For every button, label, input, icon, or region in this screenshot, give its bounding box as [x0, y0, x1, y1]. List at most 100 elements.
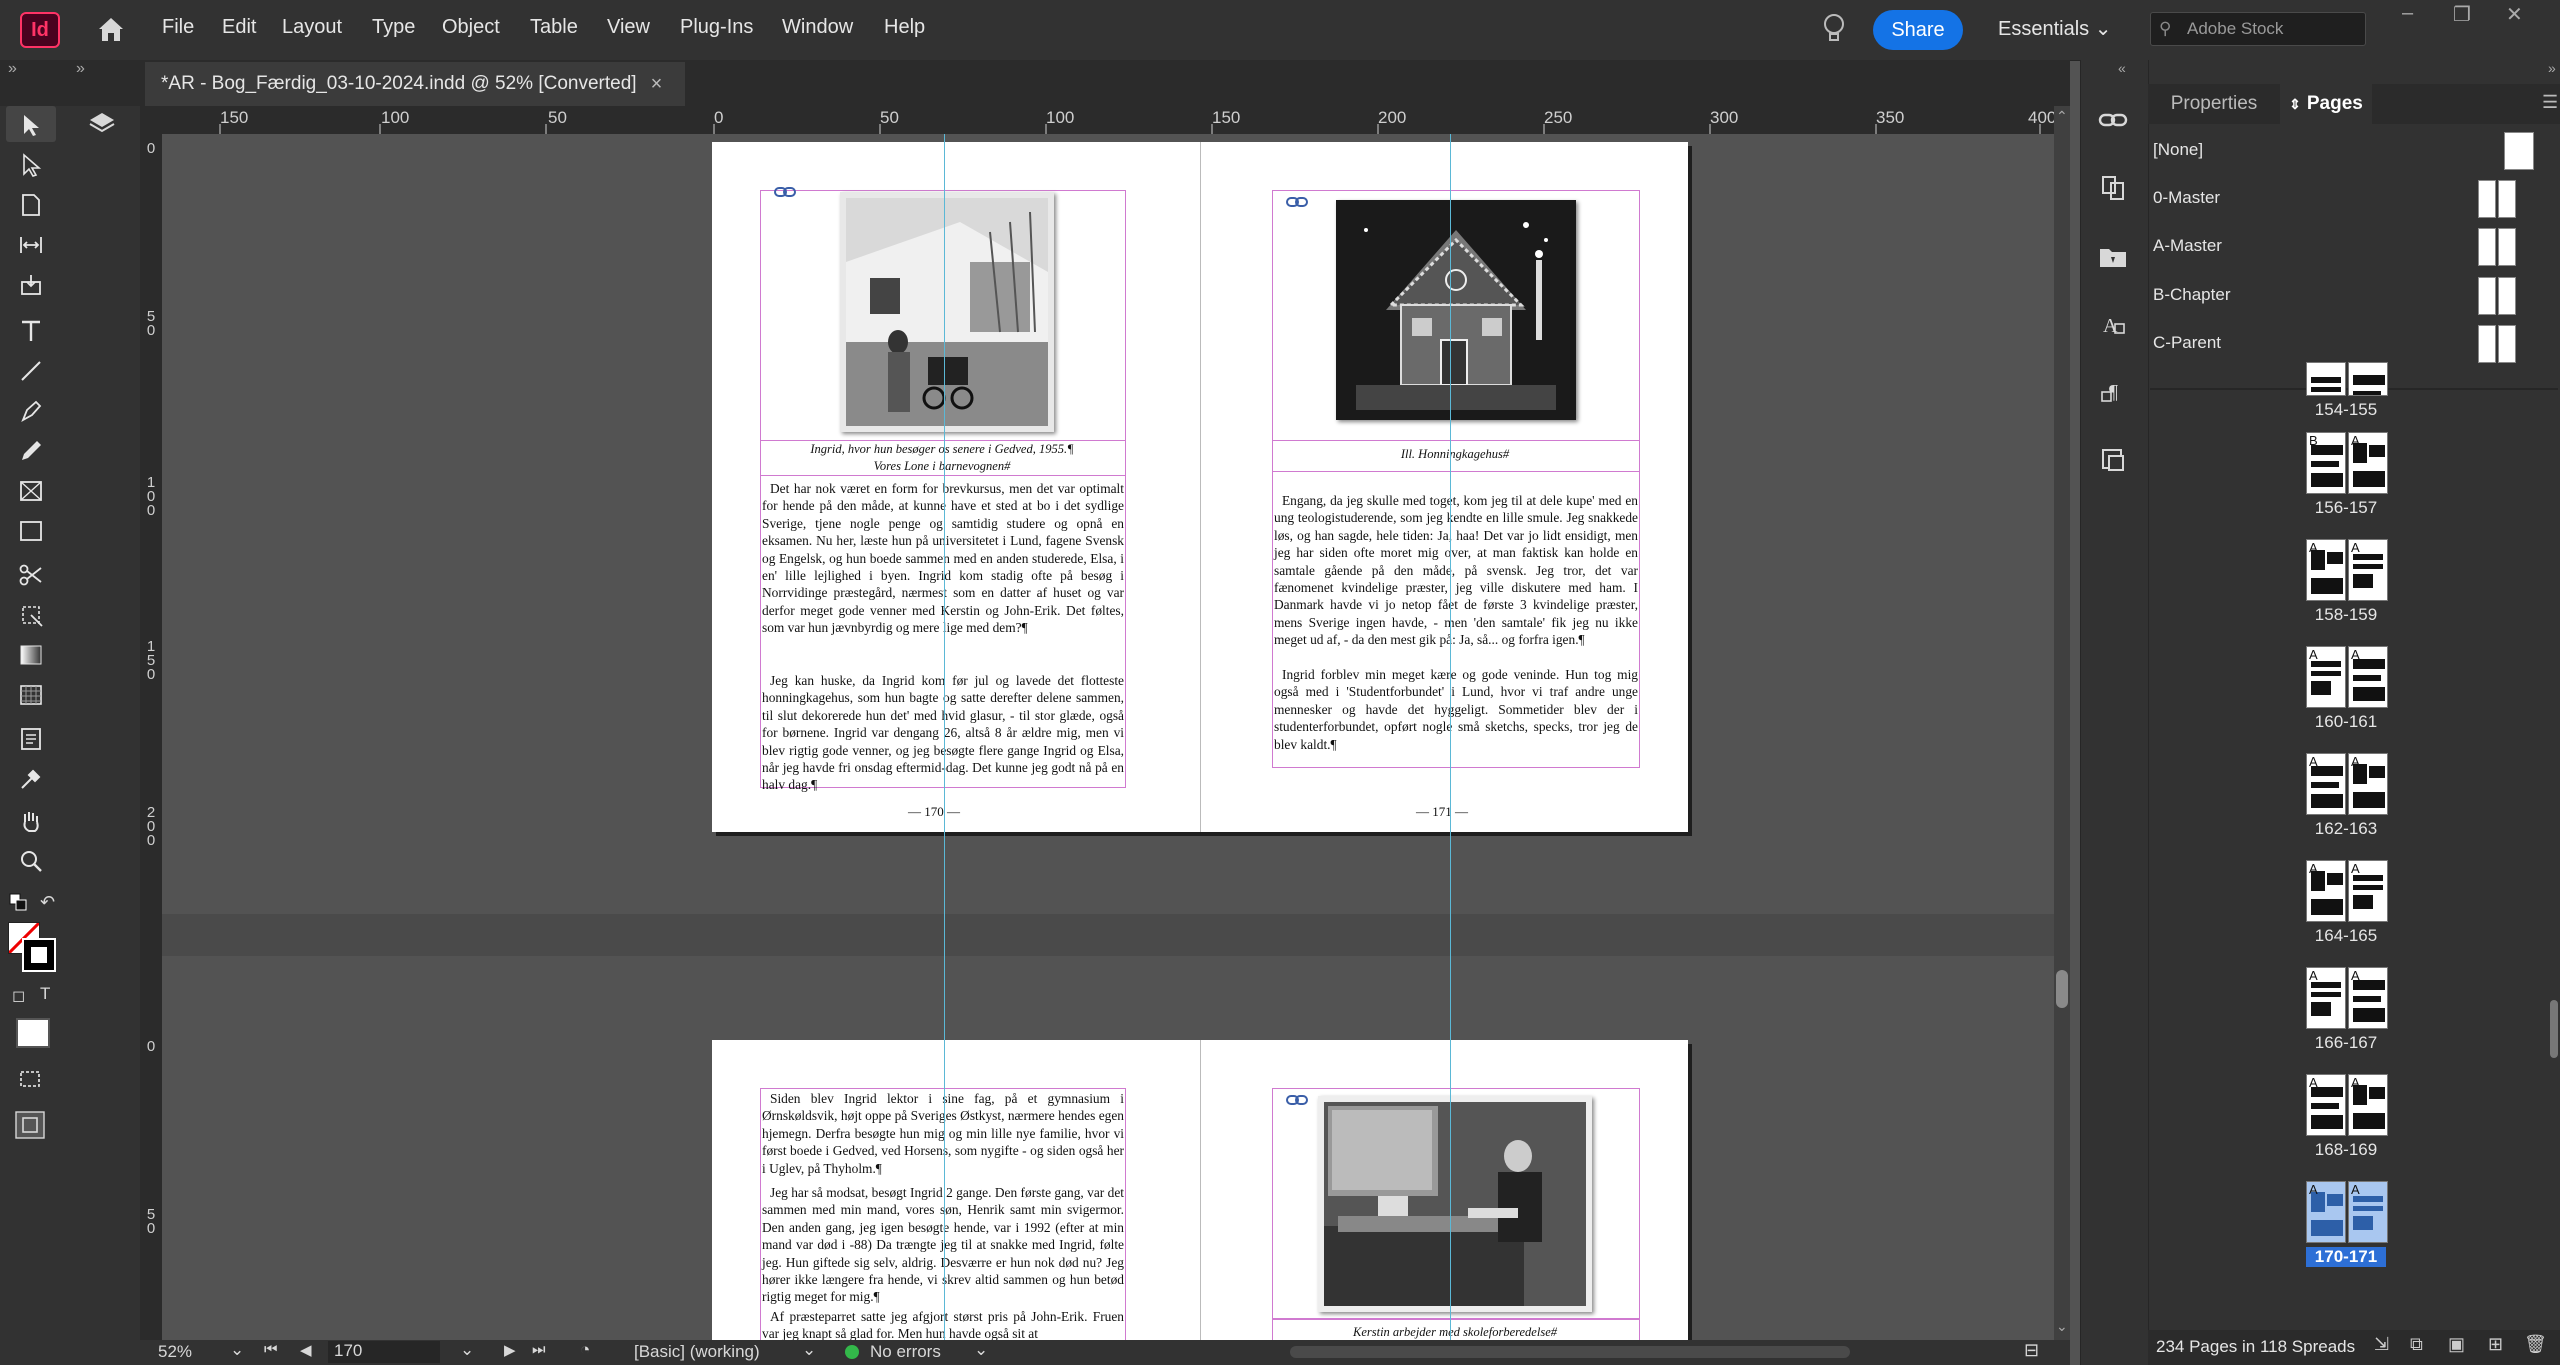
caption[interactable]: Ingrid, hvor hun besøger os senere i Ged… [762, 441, 1122, 475]
panel-menu-collapse-icon[interactable]: » [2548, 60, 2556, 76]
spread-label[interactable]: 154-155 [2306, 400, 2386, 420]
master-thumbnail[interactable] [2498, 325, 2516, 363]
spread-thumb-page[interactable]: A [2348, 753, 2388, 815]
gradient-swatch-tool-icon[interactable] [18, 642, 44, 668]
spread-thumb-page[interactable]: A [2348, 967, 2388, 1029]
swap-colors-icon[interactable]: ↶ [40, 892, 55, 913]
note-tool-icon[interactable] [18, 726, 44, 752]
body-paragraph[interactable]: Af præsteparret satte jeg afgjort størst… [762, 1308, 1124, 1340]
gradient-feather-tool-icon[interactable] [18, 682, 44, 708]
formatting-container-icon[interactable]: ◻ [12, 986, 25, 1006]
menu-file[interactable]: File [162, 16, 194, 39]
body-paragraph[interactable]: Engang, da jeg skulle med toget, kom jeg… [1274, 492, 1638, 649]
cc-libraries-icon[interactable] [2097, 242, 2129, 270]
spread-thumb-page[interactable] [2306, 362, 2346, 396]
home-icon[interactable] [96, 14, 126, 44]
menu-edit[interactable]: Edit [222, 16, 256, 39]
spread-thumb-page[interactable]: A [2306, 1181, 2346, 1243]
pages-panel-icon[interactable] [2097, 174, 2129, 202]
paragraph-styles-icon[interactable]: ¶ [2097, 378, 2129, 406]
pen-tool-icon[interactable] [18, 398, 44, 424]
master-none[interactable]: [None] [2153, 140, 2203, 160]
spread-thumb-page[interactable]: A [2306, 539, 2346, 601]
body-paragraph[interactable]: Jeg har så modsat, besøgt Ingrid 2 gange… [762, 1184, 1124, 1306]
preflight-errors[interactable]: No errors [870, 1342, 941, 1362]
screen-mode-icon[interactable] [16, 1068, 44, 1090]
last-page-icon[interactable]: ⏭ [532, 1341, 546, 1358]
close-window-icon[interactable]: ✕ [2506, 2, 2523, 27]
first-page-icon[interactable]: ⏮ [264, 1341, 278, 1358]
default-colors-icon[interactable] [8, 892, 30, 912]
page-173[interactable]: Kerstin arbejder med skoleforberedelse# [1200, 1040, 1688, 1340]
split-view-icon[interactable]: ⊟ [2024, 1340, 2039, 1361]
stroke-swatch[interactable] [22, 938, 56, 972]
spread-thumb-page[interactable]: A [2348, 432, 2388, 494]
scroll-down-icon[interactable]: ⌄ [2056, 1318, 2068, 1335]
link-icon[interactable] [774, 186, 796, 198]
spread-thumb-page[interactable]: A [2306, 753, 2346, 815]
master-thumbnail[interactable] [2478, 228, 2496, 266]
character-styles-icon[interactable]: A [2097, 310, 2129, 338]
new-master-icon[interactable]: ▣ [2448, 1334, 2465, 1355]
edit-page-size-icon[interactable]: ⧉ [2410, 1334, 2423, 1355]
horizontal-scrollbar[interactable] [1290, 1346, 1850, 1358]
caption[interactable]: Kerstin arbejder med skoleforberedelse# [1274, 1324, 1636, 1340]
column-guide[interactable] [944, 134, 945, 1340]
spread-thumb-page[interactable]: A [2306, 860, 2346, 922]
gap-tool-icon[interactable] [18, 232, 44, 258]
tab-pages[interactable]: ⇕ Pages [2280, 84, 2372, 124]
preflight-profile[interactable]: [Basic] (working) [634, 1342, 760, 1362]
vertical-scrollbar[interactable] [2054, 106, 2070, 1340]
hand-tool-icon[interactable] [18, 808, 44, 834]
formatting-text-icon[interactable]: T [40, 984, 50, 1004]
spread-thumb-page[interactable] [2348, 362, 2388, 396]
share-button[interactable]: Share [1873, 10, 1963, 50]
body-paragraph[interactable]: Jeg kan huske, da Ingrid kom før jul og … [762, 672, 1124, 794]
tab-properties[interactable]: Properties [2152, 84, 2276, 124]
zoom-level[interactable]: 52% [158, 1342, 192, 1362]
new-page-icon[interactable]: ⊞ [2488, 1334, 2503, 1355]
delete-page-icon[interactable]: 🗑 [2524, 1334, 2547, 1355]
scissors-tool-icon[interactable] [18, 562, 44, 588]
menu-table[interactable]: Table [530, 16, 578, 39]
workspace-switcher[interactable]: Essentials ⌄ [1998, 16, 2111, 41]
direct-selection-tool-icon[interactable] [18, 152, 44, 178]
page-dropdown-icon[interactable]: ⌄ [460, 1340, 474, 1360]
pencil-tool-icon[interactable] [18, 438, 44, 464]
menu-layout[interactable]: Layout [282, 16, 342, 39]
selection-tool-icon[interactable] [18, 112, 44, 138]
master-thumbnail[interactable] [2478, 277, 2496, 315]
scrollbar-thumb[interactable] [2056, 970, 2068, 1008]
view-mode-icon[interactable] [14, 1110, 46, 1140]
page-number-field[interactable]: 170 [328, 1341, 440, 1363]
master-thumbnail[interactable] [2504, 132, 2534, 170]
spread-label[interactable]: 166-167 [2306, 1033, 2386, 1053]
minimize-icon[interactable]: – [2402, 2, 2413, 25]
apply-color-swatch[interactable] [16, 1018, 50, 1048]
page-172[interactable]: Siden blev Ingrid lektor i sine fag, på … [712, 1040, 1200, 1340]
menu-type[interactable]: Type [372, 16, 415, 39]
lightbulb-icon[interactable] [1822, 12, 1846, 46]
spread-thumb-page[interactable]: A [2348, 1181, 2388, 1243]
next-page-icon[interactable]: ▶ [504, 1341, 516, 1359]
expand-panel-icon[interactable]: » [8, 60, 17, 78]
spread-label[interactable]: 158-159 [2306, 605, 2386, 625]
master-thumbnail[interactable] [2478, 325, 2496, 363]
spread-label[interactable]: 162-163 [2306, 819, 2386, 839]
body-paragraph[interactable]: Ingrid forblev min meget kære og gode ve… [1274, 666, 1638, 753]
document-tab[interactable]: *AR - Bog_Færdig_03-10-2024.indd @ 52% [… [145, 62, 685, 106]
caption[interactable]: Ill. Honningkagehus# [1274, 446, 1636, 463]
pasteboard[interactable]: Ingrid, hvor hun besøger os senere i Ged… [162, 134, 2062, 1340]
adobe-stock-search[interactable]: ⚲ Adobe Stock [2150, 12, 2366, 46]
page-171[interactable]: Ill. Honningkagehus# Engang, da jeg skul… [1200, 142, 1688, 832]
master-a[interactable]: A-Master [2153, 236, 2222, 256]
scroll-up-icon[interactable]: ⌃ [2056, 108, 2068, 125]
content-collector-icon[interactable] [18, 272, 44, 298]
expand-panel-icon-2[interactable]: » [76, 60, 85, 78]
page-170[interactable]: Ingrid, hvor hun besøger os senere i Ged… [712, 142, 1200, 832]
master-0[interactable]: 0-Master [2153, 188, 2220, 208]
master-thumbnail[interactable] [2478, 180, 2496, 218]
spread-thumb-page[interactable]: A [2306, 646, 2346, 708]
spread-label[interactable]: 170-171 [2306, 1247, 2386, 1267]
pages-scroll-thumb[interactable] [2550, 1000, 2558, 1058]
